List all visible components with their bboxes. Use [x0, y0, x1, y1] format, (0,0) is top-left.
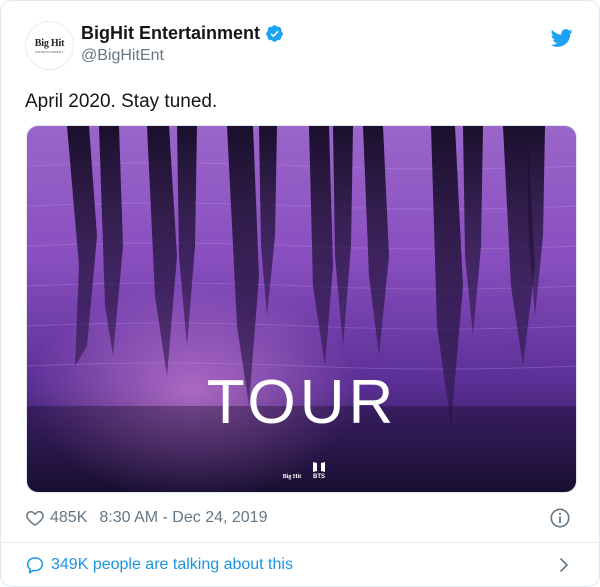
tweet-meta: 485K 8:30 AM - Dec 24, 2019 — [25, 507, 575, 529]
info-icon[interactable] — [549, 507, 571, 529]
poster-bts-logo: BTS — [313, 474, 325, 480]
heart-icon[interactable] — [25, 508, 45, 528]
display-name[interactable]: BigHit Entertainment — [81, 23, 260, 44]
author-names[interactable]: BigHit Entertainment @BigHitEnt — [81, 23, 284, 65]
timestamp[interactable]: 8:30 AM - Dec 24, 2019 — [99, 509, 267, 527]
verified-badge-icon — [266, 25, 283, 42]
divider — [1, 542, 599, 543]
tweet-text: April 2020. Stay tuned. — [25, 91, 218, 112]
tweet-card[interactable]: Big Hit ENTERTAINMENT BigHit Entertainme… — [0, 0, 600, 587]
tour-poster-image: TOUR Big Hit BTS — [27, 126, 576, 492]
handle[interactable]: @BigHitEnt — [81, 47, 284, 65]
poster-bighit-logo: Big Hit — [283, 474, 302, 480]
like-count[interactable]: 485K — [50, 509, 87, 527]
tweet-header: Big Hit ENTERTAINMENT BigHit Entertainme… — [25, 21, 579, 73]
chevron-right-icon[interactable] — [555, 556, 573, 574]
poster-title: TOUR — [207, 368, 398, 437]
avatar[interactable]: Big Hit ENTERTAINMENT — [25, 21, 74, 70]
tweet-media[interactable]: TOUR Big Hit BTS — [26, 125, 577, 493]
twitter-bird-icon[interactable] — [551, 27, 573, 49]
conversation-text[interactable]: 349K people are talking about this — [51, 556, 293, 574]
display-name-row[interactable]: BigHit Entertainment — [81, 23, 284, 44]
comment-icon — [26, 557, 44, 574]
conversation-link[interactable]: 349K people are talking about this — [25, 550, 575, 580]
avatar-logo: Big Hit — [34, 37, 65, 49]
avatar-subtext: ENTERTAINMENT — [35, 49, 64, 54]
